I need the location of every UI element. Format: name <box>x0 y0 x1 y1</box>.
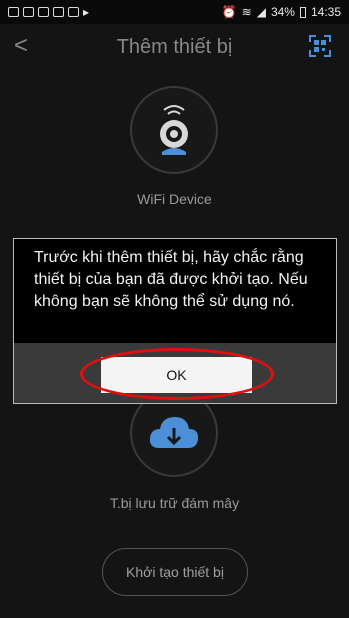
initialize-device-button[interactable]: Khởi tạo thiết bị <box>102 548 248 596</box>
alert-dialog: Trước khi thêm thiết bị, hãy chắc rằng t… <box>13 238 337 404</box>
wifi-signal-icon: ≋ <box>241 5 252 19</box>
flag-icon: ▸ <box>83 5 90 19</box>
notification-icon <box>8 7 19 17</box>
battery-percent: 34% <box>270 5 295 19</box>
notification-icon <box>53 7 64 17</box>
notification-icon <box>23 7 34 17</box>
page-title: Thêm thiết bị <box>116 35 233 58</box>
notification-icon <box>68 7 79 17</box>
dialog-message: Trước khi thêm thiết bị, hãy chắc rằng t… <box>34 249 308 310</box>
status-bar: ▸ ⏰ ≋ ◢ 34% 14:35 <box>0 0 349 24</box>
cloud-storage-label: T.bị lưu trữ đám mây <box>109 495 240 511</box>
wifi-device-label: WiFi Device <box>137 191 212 207</box>
cloud-download-icon <box>149 417 199 448</box>
status-indicators: ⏰ ≋ ◢ 34% 14:35 <box>222 5 341 19</box>
clock: 14:35 <box>310 5 341 19</box>
alarm-icon: ⏰ <box>221 5 237 19</box>
wifi-camera-icon <box>160 105 188 155</box>
battery-icon <box>299 6 306 18</box>
notification-icons: ▸ <box>8 5 89 19</box>
ok-button[interactable]: OK <box>101 357 252 393</box>
dialog-footer: OK <box>14 343 336 403</box>
cell-signal-icon: ◢ <box>256 5 266 19</box>
back-button[interactable]: < <box>14 32 28 60</box>
qr-scan-icon[interactable] <box>309 35 331 57</box>
wifi-device-option[interactable] <box>130 86 218 174</box>
app-bar: < Thêm thiết bị <box>0 24 349 70</box>
notification-icon <box>38 7 49 17</box>
